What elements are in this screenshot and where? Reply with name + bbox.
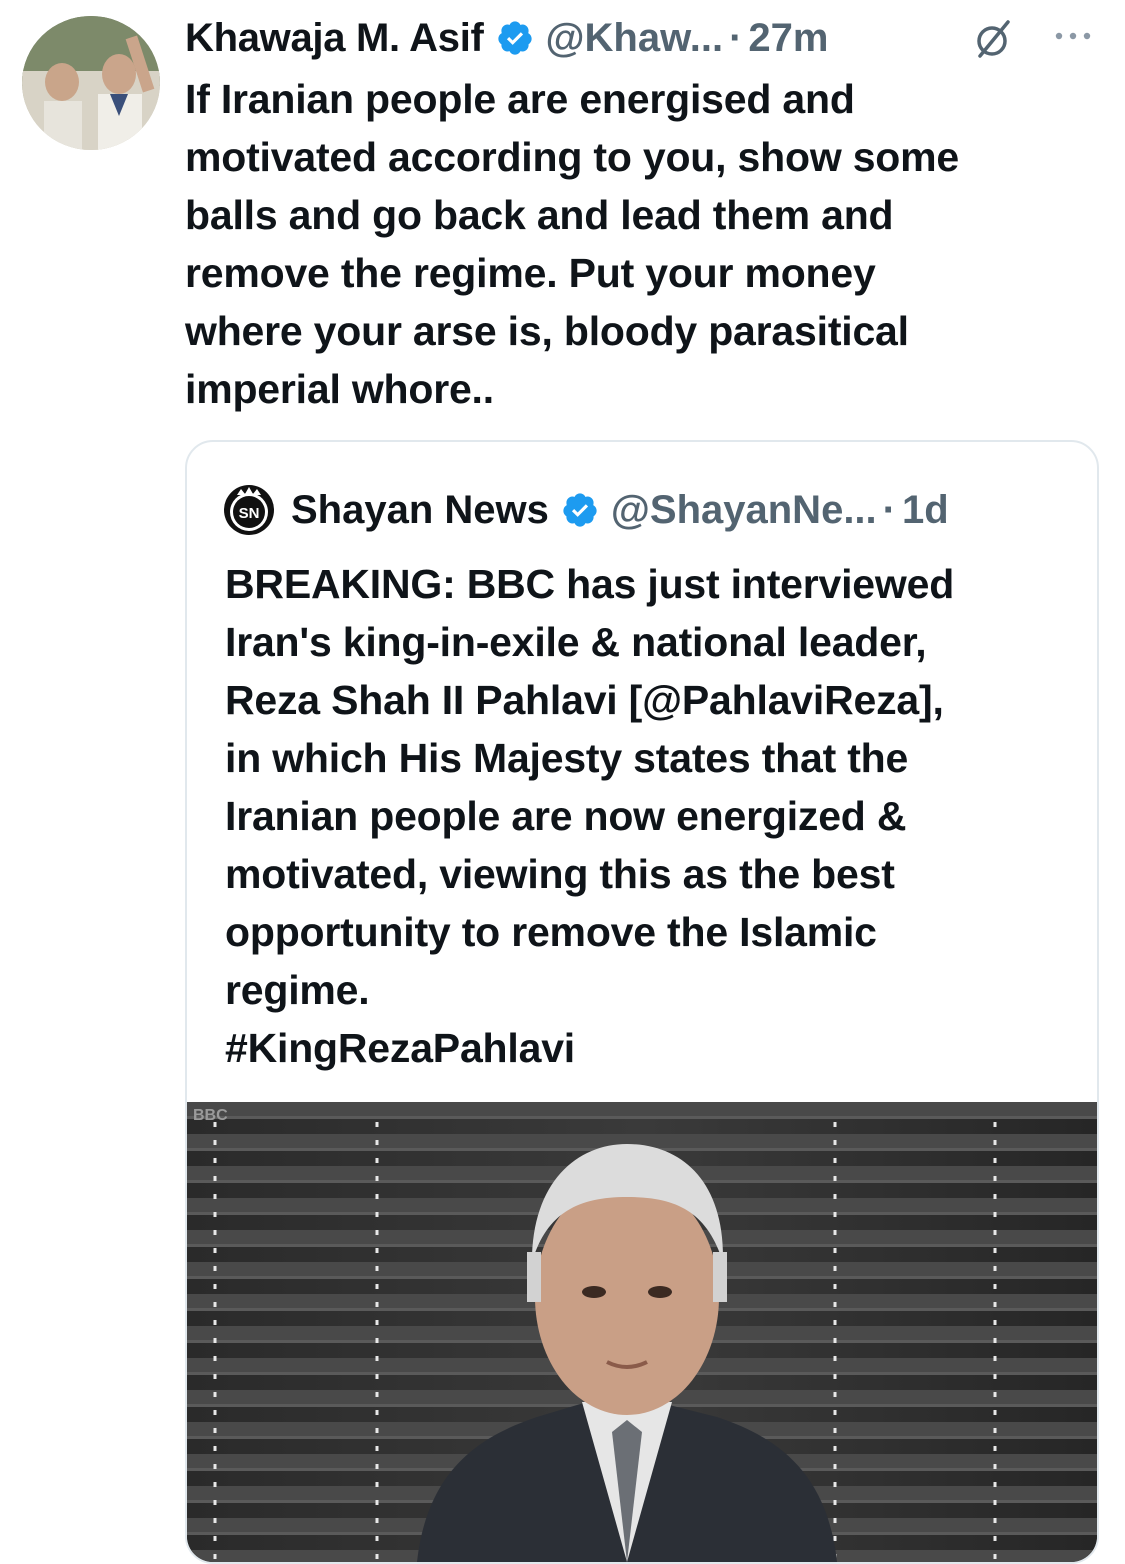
quoted-tweet-card[interactable]: SN Shayan News @ShayanNe... · 1d BREAKIN… <box>185 440 1099 1564</box>
more-options-icon[interactable] <box>1052 24 1094 48</box>
quoted-tweet-text: BREAKING: BBC has just interviewed Iran'… <box>225 561 955 1071</box>
tweet-timestamp[interactable]: 27m <box>748 16 828 61</box>
author-name[interactable]: Khawaja M. Asif <box>185 16 484 61</box>
grok-icon[interactable] <box>970 16 1016 62</box>
separator-dot: · <box>882 487 896 532</box>
author-avatar[interactable] <box>22 16 160 150</box>
quoted-avatar-initials: SN <box>239 505 260 522</box>
quoted-tweet-timestamp[interactable]: 1d <box>902 488 949 533</box>
author-handle[interactable]: @Khaw... <box>546 16 724 61</box>
quoted-tweet-header: SN Shayan News @ShayanNe... · 1d <box>223 482 1077 538</box>
verified-badge-icon <box>497 21 532 55</box>
quoted-author-name[interactable]: Shayan News <box>291 488 549 533</box>
quoted-tweet-media[interactable]: BBC <box>187 1102 1097 1562</box>
media-image: BBC <box>187 1102 1097 1562</box>
separator-dot: · <box>729 15 743 60</box>
quoted-author-avatar[interactable]: SN <box>223 484 275 536</box>
quoted-author-handle[interactable]: @ShayanNe... <box>611 488 877 533</box>
avatar-photo <box>22 16 160 150</box>
tweet-header: Khawaja M. Asif @Khaw... · 27m <box>185 12 1105 64</box>
verified-badge-icon <box>563 493 597 527</box>
bbc-watermark: BBC <box>193 1107 228 1124</box>
tweet-text: If Iranian people are energised and moti… <box>185 76 960 412</box>
